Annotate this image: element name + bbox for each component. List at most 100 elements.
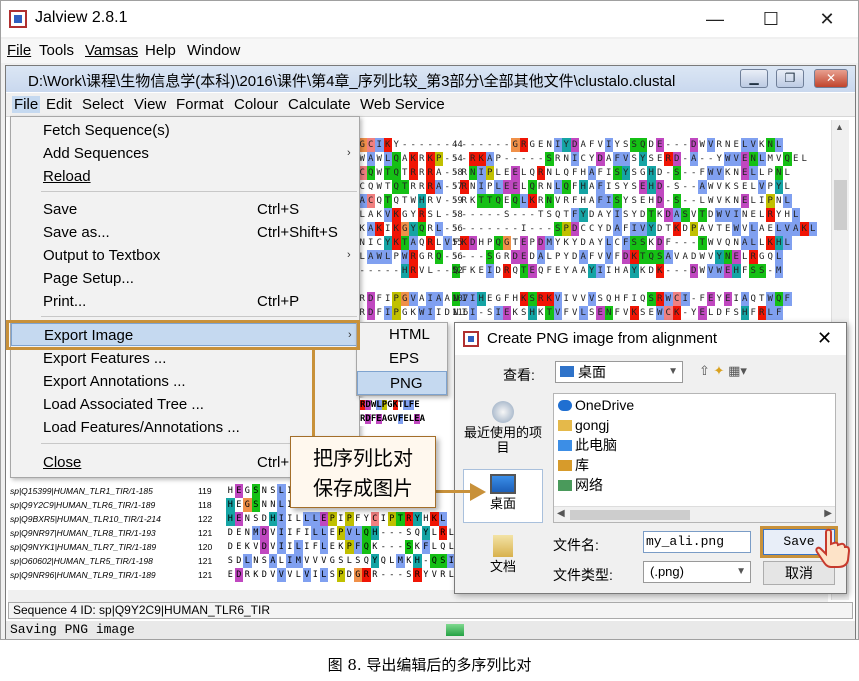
- residue: T: [698, 236, 707, 250]
- table-row[interactable]: sp|Q9NR97|HUMAN_TLR8_TIR/1-193 121 D E N M D V I…: [8, 526, 448, 540]
- submenu-item-png[interactable]: PNG: [357, 371, 447, 395]
- file-list[interactable]: OneDrive gongj 此电脑 库 网络 ◀ ▶: [553, 393, 836, 523]
- file-list-scroll-thumb[interactable]: [570, 510, 690, 520]
- residue: L: [783, 180, 792, 194]
- residue: -: [520, 208, 529, 222]
- menu-item-export-annotations[interactable]: Export Annotations ...: [11, 370, 359, 393]
- residue: -: [379, 568, 388, 582]
- table-row[interactable]: sp|Q9NYK1|HUMAN_TLR7_TIR/1-189 120 D E K V D V I…: [8, 540, 448, 554]
- scroll-left-icon[interactable]: ◀: [557, 508, 565, 519]
- menu-item-load-associated-tree[interactable]: Load Associated Tree ...: [11, 393, 359, 416]
- dialog-title: Create PNG image from alignment: [487, 330, 717, 347]
- menu-file[interactable]: File: [7, 42, 31, 59]
- menu-tools[interactable]: Tools: [39, 42, 74, 59]
- residue: I: [605, 138, 614, 152]
- menu-view[interactable]: View: [134, 96, 166, 113]
- menu-item-save[interactable]: Save Ctrl+S: [11, 198, 359, 221]
- list-item[interactable]: 此电脑: [558, 436, 617, 454]
- table-row[interactable]: sp|O60602|HUMAN_TLR5_TIR/1-198 121 S D L N S A L…: [8, 554, 448, 568]
- look-in-select[interactable]: 桌面 ▼: [555, 361, 683, 383]
- table-row[interactable]: sp|Q9BXR5|HUMAN_TLR10_TIR/1-214 122 H E N S D H…: [8, 512, 448, 526]
- menu-file-active[interactable]: File: [12, 96, 40, 113]
- filename-input[interactable]: my_ali.png: [643, 531, 751, 553]
- residue: -: [443, 152, 452, 166]
- residue: I: [605, 194, 614, 208]
- inner-minimize-button[interactable]: ▁: [740, 69, 768, 88]
- menu-item-output-to-textbox[interactable]: Output to Textbox ›: [11, 244, 359, 267]
- residue: -: [443, 250, 452, 264]
- residue: D: [260, 568, 269, 582]
- residue: Q: [749, 292, 758, 306]
- menu-item-save-as[interactable]: Save as... Ctrl+Shift+S: [11, 221, 359, 244]
- menu-item-export-features[interactable]: Export Features ...: [11, 347, 359, 370]
- residue: Q: [375, 194, 384, 208]
- residue: L: [294, 540, 303, 554]
- menu-web-service[interactable]: Web Service: [360, 96, 445, 113]
- residue: V: [707, 222, 716, 236]
- menu-window[interactable]: Window: [187, 42, 240, 59]
- residue: L: [376, 400, 381, 410]
- view-menu-icon[interactable]: ▦▾: [728, 363, 747, 378]
- residue: Q: [418, 236, 427, 250]
- residue: A: [792, 222, 801, 236]
- new-folder-icon[interactable]: ✦: [714, 363, 725, 378]
- file-list-scrollbar[interactable]: ◀ ▶: [554, 506, 835, 522]
- residue: S: [647, 152, 656, 166]
- close-button[interactable]: ✕: [807, 5, 847, 33]
- residue: -: [520, 152, 529, 166]
- residue: E: [732, 250, 741, 264]
- menu-item-fetch-sequences[interactable]: Fetch Sequence(s): [11, 119, 359, 142]
- list-item[interactable]: 库: [558, 456, 589, 474]
- residue: V: [303, 568, 312, 582]
- menu-item-reload[interactable]: Reload: [11, 165, 359, 188]
- residue: R: [426, 222, 435, 236]
- residue: L: [707, 306, 716, 320]
- table-row[interactable]: sp|Q9NR96|HUMAN_TLR9_TIR/1-189 121 E D R K D V V…: [8, 568, 448, 582]
- scroll-right-icon[interactable]: ▶: [824, 508, 832, 519]
- residue: Y: [422, 526, 431, 540]
- place-documents[interactable]: 文档: [463, 535, 543, 574]
- residue: L: [579, 306, 588, 320]
- residue: D: [260, 512, 269, 526]
- menu-format[interactable]: Format: [176, 96, 224, 113]
- menu-edit[interactable]: Edit: [46, 96, 72, 113]
- pointer-hand-icon: [814, 528, 850, 568]
- menu-help[interactable]: Help: [145, 42, 176, 59]
- residue: -: [486, 222, 495, 236]
- residue: Q: [639, 292, 648, 306]
- scroll-up-icon[interactable]: ▲: [835, 122, 844, 132]
- menu-select[interactable]: Select: [82, 96, 124, 113]
- menu-item-add-sequences[interactable]: Add Sequences ›: [11, 142, 359, 165]
- residue: K: [800, 222, 809, 236]
- inner-close-button[interactable]: ✕: [814, 69, 848, 88]
- filetype-select[interactable]: (.png) ▼: [643, 561, 751, 583]
- residue: L: [520, 166, 529, 180]
- residue: N: [605, 306, 614, 320]
- dialog-close-icon[interactable]: ✕: [817, 328, 832, 349]
- residue: -: [418, 138, 427, 152]
- residue: H: [647, 194, 656, 208]
- residue: -: [494, 222, 503, 236]
- list-item[interactable]: OneDrive: [558, 396, 634, 414]
- minimize-button[interactable]: —: [695, 5, 735, 33]
- inner-restore-button[interactable]: ❐: [776, 69, 804, 88]
- menu-calculate[interactable]: Calculate: [288, 96, 351, 113]
- vertical-scroll-thumb[interactable]: [834, 180, 847, 230]
- residue: V: [758, 180, 767, 194]
- submenu-arrow-icon: ›: [347, 142, 351, 165]
- up-folder-icon[interactable]: ⇧: [699, 363, 710, 378]
- place-recent[interactable]: 最近使用的项目: [463, 401, 543, 455]
- maximize-button[interactable]: ☐: [751, 5, 791, 33]
- residue: W: [724, 152, 733, 166]
- residue: L: [311, 512, 320, 526]
- menu-colour[interactable]: Colour: [234, 96, 278, 113]
- list-item[interactable]: gongj: [558, 416, 609, 434]
- submenu-item-eps[interactable]: EPS: [357, 347, 447, 371]
- menu-item-page-setup[interactable]: Page Setup...: [11, 267, 359, 290]
- residue-number: 58: [452, 208, 463, 222]
- submenu-item-html[interactable]: HTML: [357, 323, 447, 347]
- menu-item-print[interactable]: Print... Ctrl+P: [11, 290, 359, 313]
- menu-vamsas[interactable]: Vamsas: [85, 42, 138, 59]
- residue: L: [605, 236, 614, 250]
- list-item[interactable]: 网络: [558, 476, 603, 494]
